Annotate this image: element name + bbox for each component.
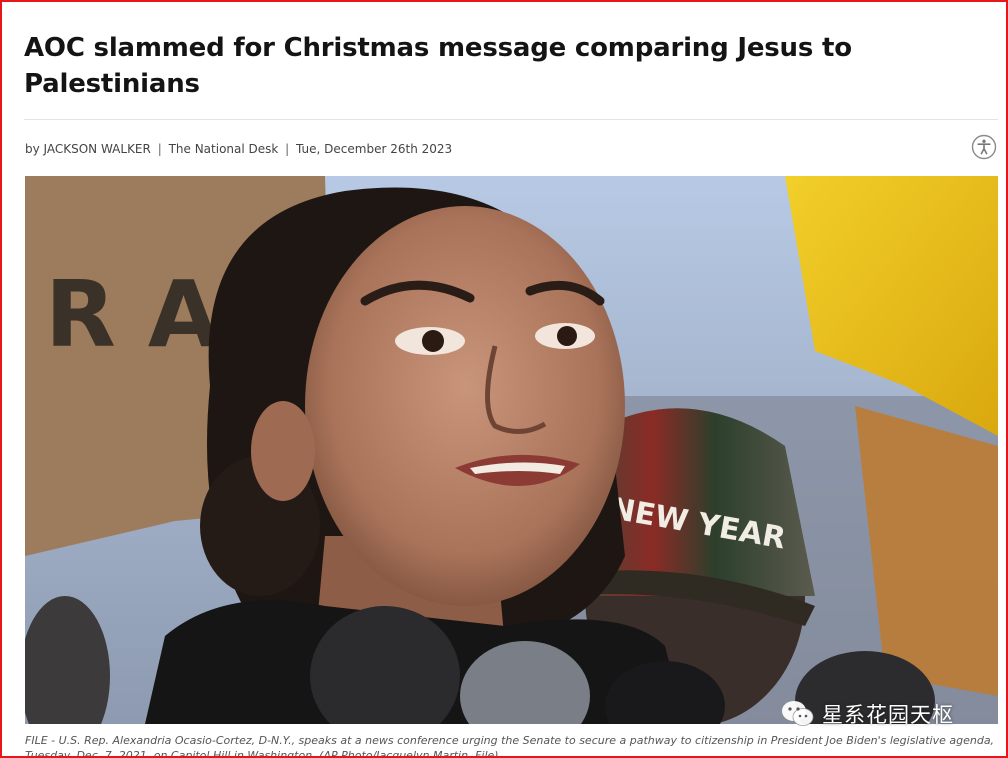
byline-outlet[interactable]: The National Desk [169, 142, 279, 156]
accessibility-icon [971, 134, 997, 160]
watermark-text: 星系花园天枢 [822, 703, 954, 727]
accessibility-button[interactable] [971, 134, 997, 160]
article-frame: AOC slammed for Christmas message compar… [0, 0, 1008, 758]
wechat-icon [782, 701, 814, 726]
byline-separator: | [285, 142, 290, 156]
headline-divider [24, 119, 998, 120]
wechat-watermark: 星系花园天枢 [780, 697, 954, 731]
byline: by JACKSON WALKER | The National Desk | … [25, 142, 452, 156]
sign-letters: R A [45, 261, 219, 368]
article-photo[interactable]: R A NEW YEAR [25, 176, 998, 724]
byline-date: Tue, December 26th 2023 [296, 142, 453, 156]
photo-illustration: R A NEW YEAR [25, 176, 998, 724]
byline-separator: | [157, 142, 162, 156]
article-headline: AOC slammed for Christmas message compar… [24, 33, 852, 99]
photo-caption: FILE - U.S. Rep. Alexandria Ocasio-Corte… [25, 734, 995, 758]
byline-author[interactable]: by JACKSON WALKER [25, 142, 151, 156]
